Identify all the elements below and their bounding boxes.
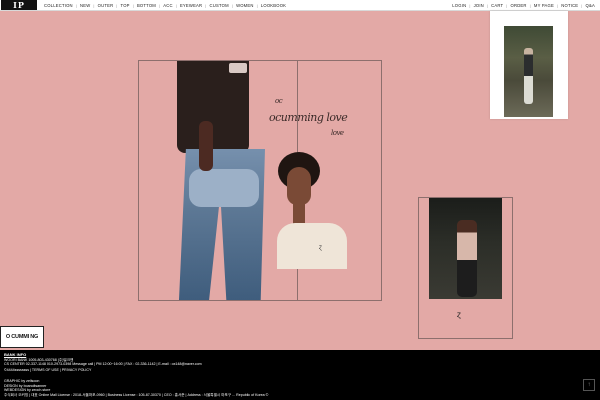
main-menu: COLLECTION | NEW | OUTER | TOP | BOTTOM | ACC… [41, 0, 289, 10]
brand-logo[interactable]: IP [1, 0, 37, 10]
footer-bank-info: BANK INFO WOORI BANK 1005-803-430768 (주)… [4, 352, 202, 373]
footer-credits: GRAPHIC by zellsoon DESIGN by boanoltsan… [4, 379, 268, 397]
side-model [457, 220, 477, 297]
cs-center-line: CS CENTER 02-337-1148 010-2973-0398 Mess… [4, 362, 202, 367]
company-address-line: 주식회사 오커밍 | 대표 Online Mall License : 2018… [4, 392, 269, 397]
site-footer: BANK INFO WOORI BANK 1005-803-430768 (주)… [0, 350, 600, 400]
model-shirt [177, 61, 249, 153]
model-arm [199, 121, 213, 171]
nav-order[interactable]: ORDER [508, 3, 530, 8]
nav-my-page[interactable]: MY PAGE [531, 3, 557, 8]
lookbook-photo-portrait[interactable] [277, 223, 347, 269]
scroll-top-button[interactable]: ↑ [583, 379, 595, 391]
copyright-line[interactable]: ©4444ssssssss | TERMS OF USE | PRIVACY P… [4, 368, 202, 373]
nav-join[interactable]: JOIN [471, 3, 487, 8]
nav-new[interactable]: NEW [77, 3, 93, 8]
lookbook-photo-night[interactable] [429, 198, 502, 299]
script-small-text-2: love [331, 129, 344, 137]
lookbook-main-frame: oc ocumming love love ɀ [138, 60, 382, 301]
script-title: ocumming love [269, 111, 348, 124]
tee-logo-icon: ɀ [319, 245, 322, 251]
shirt-print [229, 63, 247, 73]
nav-top[interactable]: TOP [118, 3, 133, 8]
nav-acc[interactable]: ACC [160, 3, 175, 8]
nav-women[interactable]: WOMEN [233, 3, 257, 8]
nav-login[interactable]: LOGIN [449, 3, 469, 8]
nav-bottom[interactable]: BOTTOM [134, 3, 159, 8]
nav-eyewear[interactable]: EYEWEAR [177, 3, 205, 8]
nav-outer[interactable]: OUTER [95, 3, 117, 8]
thumbnail-model [524, 48, 533, 104]
thumbnail-photo[interactable] [504, 26, 553, 117]
nav-cart[interactable]: CART [488, 3, 506, 8]
brand-badge[interactable]: O CUMMI NG LOVE! [0, 326, 44, 360]
model-face [287, 167, 311, 205]
account-menu: LOGIN | JOIN | CART | ORDER | MY PAGE | NOTIC… [449, 0, 598, 10]
nav-custom[interactable]: CUSTOM [207, 3, 232, 8]
jacket-tied-waist [189, 169, 259, 207]
script-small-text: oc [275, 97, 283, 105]
nav-collection[interactable]: COLLECTION [41, 3, 76, 8]
lookbook-thumbnail-card[interactable] [490, 11, 568, 119]
nav-qna[interactable]: Q&A [583, 3, 598, 8]
nav-notice[interactable]: NOTICE [558, 3, 581, 8]
lookbook-script-lettering: oc ocumming love love [261, 89, 371, 149]
nav-lookbook[interactable]: LOOKBOOK [258, 3, 289, 8]
top-navigation-bar: IP COLLECTION | NEW | OUTER | TOP | BOTTOM | … [0, 0, 600, 11]
brand-mark-icon: ɀ [457, 310, 461, 319]
lookbook-side-frame: ɀ [418, 197, 513, 339]
